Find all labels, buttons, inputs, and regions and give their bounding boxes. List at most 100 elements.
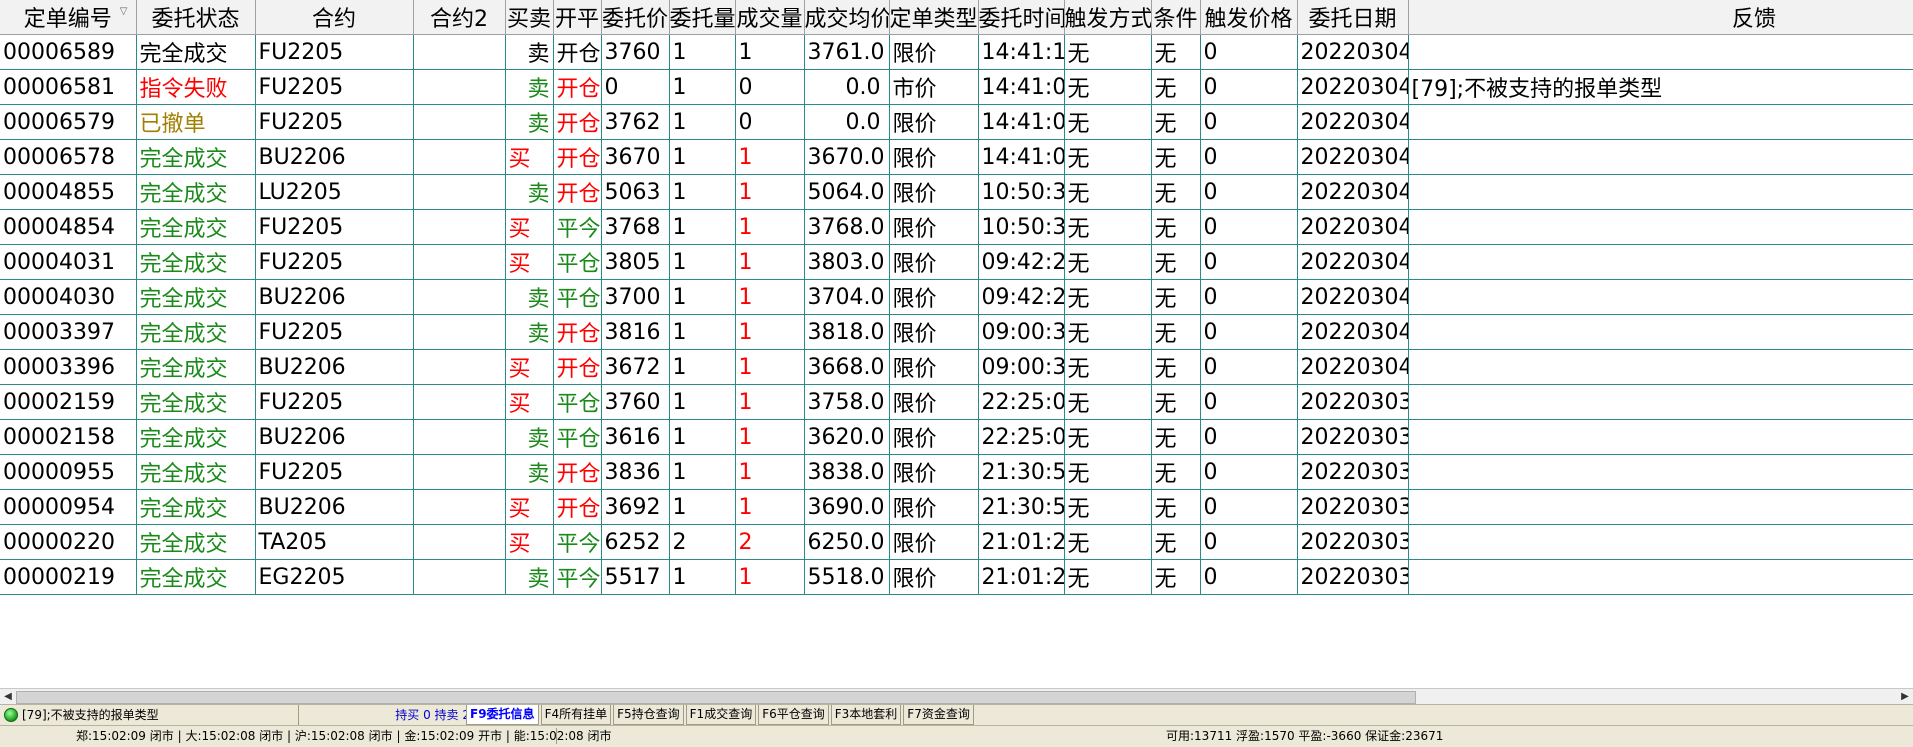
contract2-cell [413,524,506,560]
filled-cell: 1 [735,244,805,280]
status-cell: 完全成交 [136,454,256,490]
table-row[interactable]: 00004030 完全成交 BU2206 卖平仓 3700 1 1 3704.0 限价 09:42… [0,279,1913,315]
feedback-cell [1408,314,1913,350]
price-cell: 5063 [601,174,670,210]
table-row[interactable]: 00003397 完全成交 FU2205 卖开仓 3816 1 1 3818.0 限价 09:00… [0,314,1913,350]
quantity-cell: 1 [669,34,736,70]
column-header-order-type[interactable]: 定单类型 [889,0,979,35]
order-id-cell: 00004854 [0,209,137,245]
filled-cell: 1 [735,454,805,490]
table-row[interactable]: 00000219 完全成交 EG2205 卖平今 5517 1 1 5518.0 限价 21:01… [0,559,1913,595]
table-row[interactable]: 00004031 完全成交 FU2205 买平仓 3805 1 1 3803.0 限价 09:42… [0,244,1913,280]
column-header-order-id[interactable]: 定单编号 ▽ [0,0,137,35]
contract-cell: FU2205 [255,454,414,490]
scroll-left-icon[interactable]: ◀ [0,689,16,705]
column-header-order-date[interactable]: 委托日期 [1297,0,1409,35]
order-time-cell: 09:00:30 [978,314,1065,350]
tab-4[interactable]: F6平仓查询 [758,705,829,725]
column-header-price[interactable]: 委托价 [601,0,670,35]
column-header-open-close[interactable]: 开平 [553,0,602,35]
connection-status-icon [4,708,18,722]
order-date-cell: 20220304 [1297,349,1409,385]
avg-price-cell: 3761.0 [804,34,890,70]
tab-1[interactable]: F4所有挂单 [540,705,612,725]
sort-icon: ▽ [119,6,128,17]
exchange-separator: | [173,729,186,743]
column-header-order-time[interactable]: 委托时间 [978,0,1065,35]
table-row[interactable]: 00003396 完全成交 BU2206 买开仓 3672 1 1 3668.0 限价 09:00… [0,349,1913,385]
table-row[interactable]: 00006578 完全成交 BU2206 买开仓 3670 1 1 3670.0 限价 14:41… [0,139,1913,175]
open-close-cell: 平仓 [553,244,602,280]
exchange-status-item: 郑:15:02:09 闭市 [76,729,174,743]
column-header-contract[interactable]: 合约 [255,0,414,35]
column-header-side[interactable]: 买卖 [505,0,554,35]
filled-cell: 1 [735,419,805,455]
feedback-cell [1408,104,1913,140]
quantity-cell: 1 [669,244,736,280]
column-header-avg-price[interactable]: 成交均价 [804,0,890,35]
column-header-trigger-price[interactable]: 触发价格 [1200,0,1298,35]
filled-cell: 1 [735,489,805,525]
tab-5[interactable]: F3本地套利 [830,705,902,725]
side-cell: 卖 [505,34,554,70]
quantity-cell: 1 [669,209,736,245]
order-type-cell: 限价 [889,174,979,210]
feedback-cell [1408,209,1913,245]
status-cell: 指令失败 [136,69,256,105]
table-row[interactable]: 00002159 完全成交 FU2205 买平仓 3760 1 1 3758.0 限价 22:25… [0,384,1913,420]
table-row[interactable]: 00004854 完全成交 FU2205 买平今 3768 1 1 3768.0 限价 10:50… [0,209,1913,245]
condition-cell: 无 [1151,524,1201,560]
price-cell: 3672 [601,349,670,385]
status-divider [556,728,557,744]
tab-3[interactable]: F1成交查询 [685,705,757,725]
column-header-quantity[interactable]: 委托量 [669,0,736,35]
order-type-cell: 限价 [889,244,979,280]
order-date-cell: 20220304 [1297,69,1409,105]
column-header-contract2[interactable]: 合约2 [413,0,506,35]
status-cell: 完全成交 [136,209,256,245]
price-cell: 6252 [601,524,670,560]
table-row[interactable]: 00006579已撤单FU2205卖开仓3762100.0限价14:41:00无… [0,104,1913,140]
trigger-mode-cell: 无 [1064,314,1152,350]
table-row[interactable]: 00004855 完全成交 LU2205 卖开仓 5063 1 1 5064.0 限价 10:50… [0,174,1913,210]
table-row[interactable]: 00006589 完全成交 FU2205 卖开仓 3760 1 1 3761.0 限价 14:41… [0,34,1913,70]
table-row[interactable]: 00002158 完全成交 BU2206 卖平仓 3616 1 1 3620.0 限价 22:25… [0,419,1913,455]
contract-cell: FU2205 [255,244,414,280]
scroll-right-icon[interactable]: ▶ [1897,689,1913,705]
open-close-cell: 开仓 [553,489,602,525]
exchange-separator: | [502,729,514,743]
contract2-cell [413,34,506,70]
table-row[interactable]: 00006581指令失败FU2205卖开仓0100.0市价14:41:01无无0… [0,69,1913,105]
table-row[interactable]: 00000955 完全成交 FU2205 卖开仓 3836 1 1 3838.0 限价 21:30… [0,454,1913,490]
order-type-cell: 限价 [889,419,979,455]
contract-cell: FU2205 [255,69,414,105]
condition-cell: 无 [1151,34,1201,70]
order-id-cell: 00002159 [0,384,137,420]
tab-0[interactable]: F9委托信息 [466,705,539,725]
column-header-filled[interactable]: 成交量 [735,0,805,35]
exchange-status-item: 大:15:02:08 闭市 [185,729,284,743]
contract2-cell [413,559,506,595]
tab-2[interactable]: F5持仓查询 [613,705,684,725]
side-cell: 卖 [505,314,554,350]
condition-cell: 无 [1151,384,1201,420]
contract-cell: FU2205 [255,384,414,420]
table-row[interactable]: 00000220 完全成交 TA205 买平今 6252 2 2 6250.0 限价 21:01:… [0,524,1913,560]
status-cell: 完全成交 [136,349,256,385]
tab-6[interactable]: F7资金查询 [903,705,974,725]
column-header-status[interactable]: 委托状态 [136,0,256,35]
open-close-cell: 开仓 [553,454,602,490]
filled-cell: 1 [735,279,805,315]
column-header-trigger-mode[interactable]: 触发方式 [1064,0,1152,35]
avg-price-cell: 5064.0 [804,174,890,210]
column-header-label: 触发方式 [1064,7,1151,32]
trigger-price-cell: 0 [1200,69,1298,105]
status-cell: 完全成交 [136,244,256,280]
table-row[interactable]: 00000954 完全成交 BU2206 买开仓 3692 1 1 3690.0 限价 21:30… [0,489,1913,525]
column-header-condition[interactable]: 条件 [1151,0,1201,35]
side-cell: 卖 [505,419,554,455]
scrollbar-thumb[interactable] [16,691,1416,704]
trigger-price-cell: 0 [1200,384,1298,420]
column-header-feedback[interactable]: 反馈 [1408,0,1913,35]
horizontal-scrollbar[interactable]: ◀ ▶ [0,688,1913,705]
